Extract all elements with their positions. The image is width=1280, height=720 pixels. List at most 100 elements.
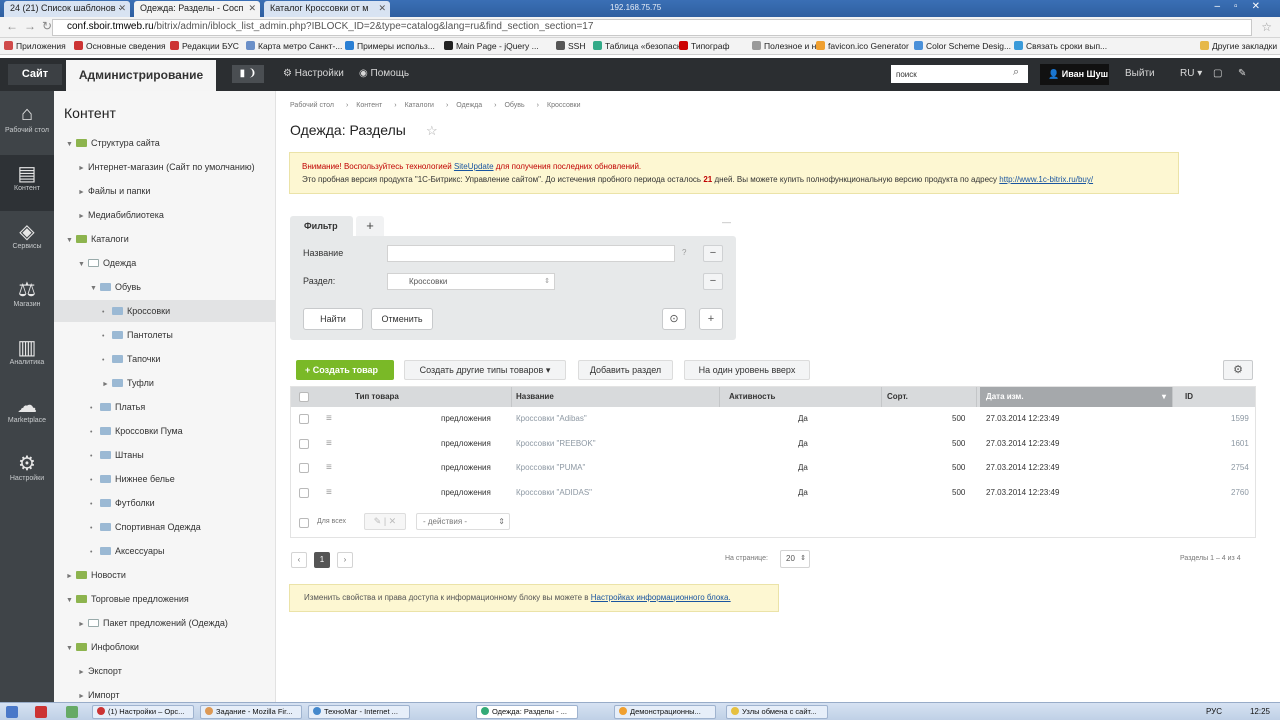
row-menu-icon[interactable]: ≡ [326, 407, 332, 431]
favorite-star-icon[interactable]: ☆ [426, 123, 438, 139]
tree-toggle-icon[interactable]: • [90, 542, 100, 564]
tree-item[interactable]: ▼ Одежда [54, 252, 275, 274]
remove-section-filter-button[interactable]: − [703, 273, 723, 290]
bookmark-item[interactable]: SSH [556, 41, 585, 51]
col-name[interactable]: Название [510, 387, 720, 407]
bookmark-item[interactable]: Типограф [679, 41, 729, 51]
taskbar-item[interactable]: Демонстрационны... [614, 705, 716, 719]
row-menu-icon[interactable]: ≡ [326, 432, 332, 456]
cancel-button[interactable]: Отменить [371, 308, 433, 330]
tree-toggle-icon[interactable]: ► [102, 374, 112, 396]
cell-name[interactable]: Кроссовки "ADIDAS" [516, 481, 592, 505]
window-controls[interactable]: –▫✕ [1215, 1, 1275, 12]
header-search-input[interactable] [891, 65, 1028, 83]
language-switch[interactable]: RU ▾ [1180, 68, 1202, 79]
tree-item[interactable]: ► Новости [54, 564, 275, 586]
help-link[interactable]: ◉ Помощь [359, 68, 409, 79]
app-icon[interactable] [66, 706, 78, 718]
name-input[interactable] [387, 245, 675, 262]
tree-item[interactable]: • Аксессуары [54, 540, 275, 562]
browser-tab-2[interactable]: Одежда: Разделы - Сосп ✕ [134, 1, 260, 17]
help-icon[interactable]: ? [682, 248, 686, 257]
bookmark-item[interactable]: Связать сроки вып... [1014, 41, 1107, 51]
logout-link[interactable]: Выйти [1125, 68, 1155, 79]
left-menu-item[interactable]: ◈ Сервисы [0, 213, 54, 269]
cell-name[interactable]: Кроссовки "Adibas" [516, 407, 587, 431]
browser-tab-3[interactable]: Каталог Кроссовки от м ✕ [264, 1, 390, 17]
tree-item[interactable]: ► Пакет предложений (Одежда) [54, 612, 275, 634]
tree-toggle-icon[interactable]: ► [66, 566, 76, 588]
user-button[interactable]: 👤 Иван Шуш [1040, 64, 1109, 85]
cell-name[interactable]: Кроссовки "REEBOK" [516, 432, 596, 456]
edit-delete-group[interactable]: ✎ | ✕ [364, 513, 406, 530]
table-row[interactable]: ≡ предложения Кроссовки "REEBOK" Да 500 27.03… [291, 432, 1255, 456]
tree-item[interactable]: • Футболки [54, 492, 275, 514]
tree-item[interactable]: • Кроссовки Пума [54, 420, 275, 442]
tree-toggle-icon[interactable]: ► [78, 182, 88, 204]
taskbar-item[interactable]: Узлы обмена с сайт... [726, 705, 828, 719]
tree-toggle-icon[interactable]: • [90, 518, 100, 540]
table-row[interactable]: ≡ предложения Кроссовки "Adibas" Да 500 27.03… [291, 407, 1255, 431]
windows-start-icon[interactable] [6, 706, 18, 718]
tree-item[interactable]: ▼ Торговые предложения [54, 588, 275, 610]
row-checkbox[interactable] [299, 438, 309, 449]
tree-toggle-icon[interactable]: ► [78, 614, 88, 636]
col-id[interactable]: ID [1179, 387, 1255, 407]
tree-toggle-icon[interactable]: • [90, 494, 100, 516]
tree-item[interactable]: ► Интернет-магазин (Сайт по умолчанию) [54, 156, 275, 178]
tree-item[interactable]: • Кроссовки [54, 300, 275, 322]
siteupdate-link[interactable]: SiteUpdate [454, 162, 494, 171]
breadcrumb-item[interactable]: Контент [356, 102, 382, 109]
tree-item[interactable]: ► Экспорт [54, 660, 275, 682]
close-icon[interactable]: ✕ [378, 3, 386, 14]
col-type[interactable]: Тип товара [349, 387, 512, 407]
edit-icon[interactable]: ✎ [374, 516, 382, 526]
left-menu-item[interactable]: ☁ Marketplace [0, 387, 54, 443]
row-checkbox[interactable] [299, 463, 309, 473]
bookmark-item[interactable]: Основные сведения [74, 41, 166, 51]
create-product-button[interactable]: + Создать товар [296, 360, 394, 380]
notifications-badge[interactable]: ▮ ❩ [232, 65, 264, 83]
taskbar-item[interactable]: (1) Настройки – Орс... [92, 705, 194, 719]
row-checkbox[interactable] [299, 414, 309, 424]
next-page-button[interactable]: › [337, 552, 353, 568]
add-filter-tab-button[interactable]: + [356, 216, 384, 236]
breadcrumb-item[interactable]: Кроссовки [547, 102, 581, 109]
select-all-checkbox[interactable] [299, 392, 309, 402]
app-icon[interactable] [35, 706, 47, 718]
left-menu-item[interactable]: ▥ Аналитика [0, 329, 54, 385]
iblock-settings-link[interactable]: Настройках информационного блока. [591, 593, 731, 602]
left-menu-item[interactable]: ⚖ Магазин [0, 271, 54, 327]
taskbar-item[interactable]: Одежда: Разделы - ... [476, 705, 578, 719]
bookmark-item[interactable]: favicon.ico Generator [816, 41, 909, 51]
breadcrumb-item[interactable]: Одежда [456, 102, 482, 109]
col-date[interactable]: Дата изм. ▾ [980, 387, 1173, 407]
page-current[interactable]: 1 [314, 552, 330, 568]
tree-toggle-icon[interactable]: ► [78, 662, 88, 684]
close-icon[interactable]: ✕ [248, 3, 256, 14]
bookmark-item[interactable]: Color Scheme Desig... [914, 41, 1011, 51]
tree-item[interactable]: ► Файлы и папки [54, 180, 275, 202]
tree-item[interactable]: ▼ Обувь [54, 276, 275, 298]
level-up-button[interactable]: На один уровень вверх [684, 360, 810, 380]
table-row[interactable]: ≡ предложения Кроссовки "PUMA" Да 500 27.03.2… [291, 456, 1255, 480]
breadcrumb-item[interactable]: Обувь [504, 102, 524, 109]
table-settings-icon[interactable]: ⚙ [1223, 360, 1253, 380]
tree-toggle-icon[interactable]: ▼ [66, 638, 76, 660]
row-menu-icon[interactable]: ≡ [326, 481, 332, 505]
fullscreen-icon[interactable]: ▢ [1213, 68, 1222, 79]
tree-toggle-icon[interactable]: • [102, 350, 112, 372]
tree-toggle-icon[interactable]: • [90, 422, 100, 444]
tree-toggle-icon[interactable]: ▼ [90, 278, 100, 300]
breadcrumb-item[interactable]: Каталоги [405, 102, 434, 109]
col-active[interactable]: Активность [723, 387, 882, 407]
tree-toggle-icon[interactable]: • [90, 446, 100, 468]
buy-link[interactable]: http://www.1c-bitrix.ru/buy/ [999, 175, 1093, 184]
bookmark-item[interactable]: Приложения [4, 41, 66, 51]
left-menu-item[interactable]: ⚙ Настройки [0, 445, 54, 501]
tree-toggle-icon[interactable]: • [90, 470, 100, 492]
tree-toggle-icon[interactable]: • [102, 326, 112, 348]
browser-tab-1[interactable]: 24 (21) Список шаблонов · ✕ [4, 1, 130, 17]
tree-toggle-icon[interactable]: ► [78, 158, 88, 180]
tree-item[interactable]: ► Медиабиблиотека [54, 204, 275, 226]
